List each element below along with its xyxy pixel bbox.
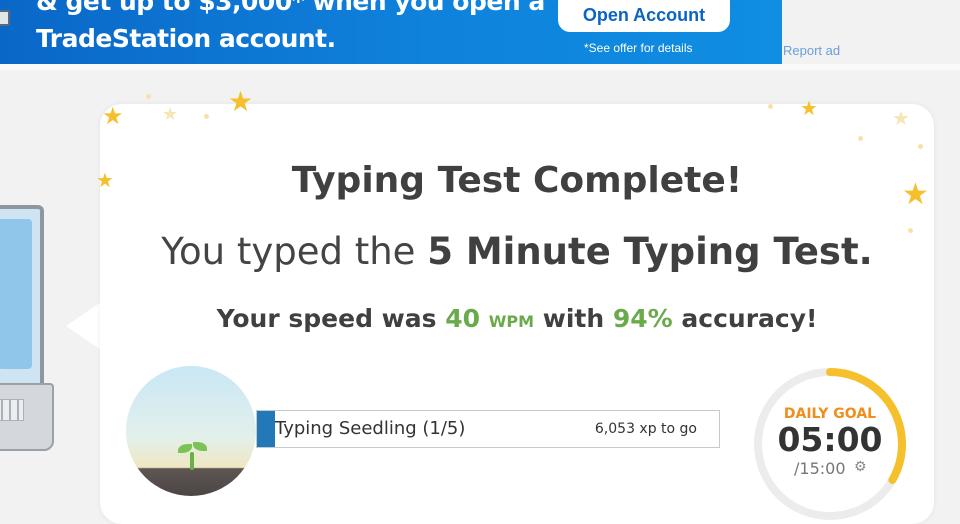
divider — [0, 64, 960, 70]
star-icon: ★ — [800, 96, 818, 120]
page-title: Typing Test Complete! — [291, 160, 743, 201]
star-icon: ★ — [228, 85, 254, 118]
speed-suffix: accuracy! — [672, 304, 818, 333]
ad-headline-line2: TradeStation account. — [36, 24, 336, 53]
sparkle-dot — [768, 104, 773, 109]
level-label: Typing Seedling (1/5) — [275, 418, 466, 439]
star-icon: ★ — [102, 102, 124, 130]
sprout-leaf — [193, 442, 207, 451]
test-name: 5 Minute Typing Test. — [427, 230, 873, 273]
report-ad-link[interactable]: Report ad — [783, 43, 840, 58]
level-progress-fill — [257, 411, 276, 447]
ad-headline-line1: & get up to $3,000* when you open a — [36, 0, 545, 16]
xp-to-go: 6,053 xp to go — [594, 421, 697, 437]
test-summary: You typed the 5 Minute Typing Test. — [100, 230, 934, 273]
daily-goal-total: /15:00 — [794, 459, 846, 478]
level-progress-bar: Typing Seedling (1/5) 6,053 xp to go — [256, 410, 720, 448]
daily-goal-time: 05:00 — [777, 420, 883, 459]
result-card: ★ ★ ★ ★ ★ ★ ★ Typing Test Complete! You … — [96, 88, 934, 524]
speed-summary: Your speed was 40 WPM with 94% accuracy! — [100, 304, 934, 333]
speech-tail — [66, 300, 104, 352]
open-account-button[interactable]: Open Account — [558, 0, 730, 32]
laptop-illustration — [0, 205, 60, 455]
speed-middle: with — [534, 304, 613, 333]
star-icon: ★ — [892, 106, 910, 130]
accuracy-value: 94% — [612, 304, 673, 333]
sparkle-dot — [858, 136, 863, 141]
laptop-keyboard — [0, 383, 54, 451]
sparkle-dot — [146, 94, 151, 99]
gear-icon[interactable]: ⚙ — [854, 459, 867, 475]
ad-banner[interactable]: & get up to $3,000* when you open a Trad… — [0, 0, 782, 64]
subtitle-prefix: You typed the — [161, 230, 428, 273]
wpm-unit: WPM — [488, 312, 535, 331]
ad-disclaimer: *See offer for details — [584, 41, 693, 55]
daily-goal-ring: DAILY GOAL 05:00 /15:00 ⚙ — [750, 364, 910, 524]
sparkle-dot — [204, 114, 209, 119]
ad-info-icon[interactable] — [0, 10, 10, 26]
star-icon: ★ — [162, 104, 179, 125]
sprout-icon — [190, 452, 194, 470]
sparkle-dot — [918, 144, 923, 149]
laptop-screen — [0, 205, 44, 389]
keyboard-keys — [0, 399, 24, 421]
wpm-value: 40 — [445, 304, 481, 333]
speed-prefix: Your speed was — [216, 304, 446, 333]
seedling-badge — [126, 366, 256, 496]
